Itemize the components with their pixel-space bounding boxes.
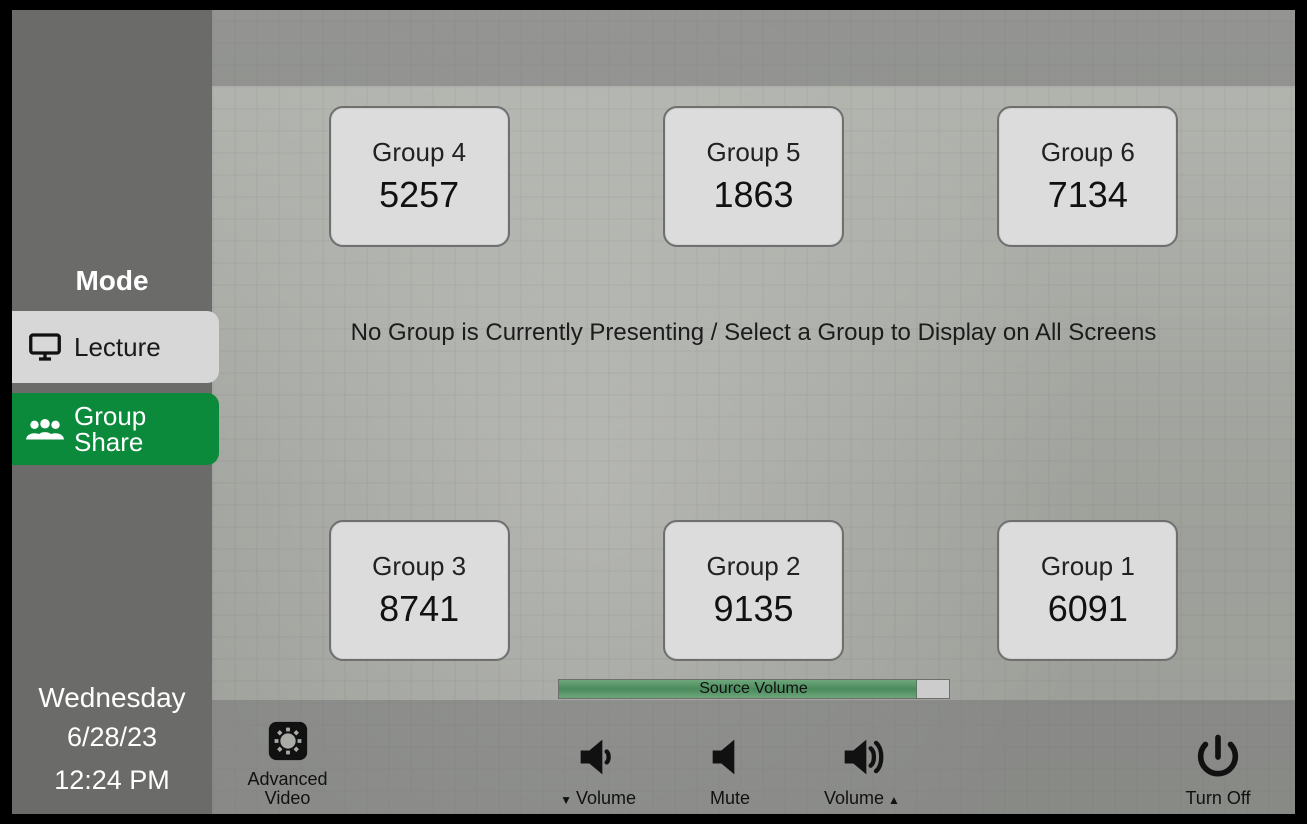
day-label: Wednesday xyxy=(12,682,212,714)
group-label: Group 1 xyxy=(1041,551,1135,582)
top-bar xyxy=(212,10,1295,86)
status-message: No Group is Currently Presenting / Selec… xyxy=(212,318,1295,348)
monitor-icon xyxy=(24,329,66,365)
mode-group-share-label-line2: Share xyxy=(74,429,146,455)
group-code: 7134 xyxy=(1048,174,1128,216)
group-code: 9135 xyxy=(713,588,793,630)
turn-off-label: Turn Off xyxy=(1185,789,1250,808)
time-label: 12:24 PM xyxy=(12,765,212,796)
power-icon xyxy=(1192,731,1244,783)
gear-icon xyxy=(265,718,311,764)
group-label: Group 2 xyxy=(707,551,801,582)
advanced-video-label: Advanced Video xyxy=(247,770,327,808)
group-tile-2[interactable]: Group 2 9135 xyxy=(663,520,844,661)
mute-label: Mute xyxy=(710,789,750,808)
source-volume-bar[interactable]: Source Volume xyxy=(558,679,950,699)
mode-lecture-button[interactable]: Lecture xyxy=(12,311,219,383)
turn-off-button[interactable]: Turn Off xyxy=(1173,731,1263,808)
people-icon xyxy=(24,413,66,445)
group-tile-4[interactable]: Group 4 5257 xyxy=(329,106,510,247)
mode-header: Mode xyxy=(12,265,212,297)
mute-icon xyxy=(704,731,756,783)
group-tile-3[interactable]: Group 3 8741 xyxy=(329,520,510,661)
volume-down-icon xyxy=(572,731,624,783)
group-row-top: Group 4 5257 Group 5 1863 Group 6 7134 xyxy=(212,106,1295,247)
group-tile-5[interactable]: Group 5 1863 xyxy=(663,106,844,247)
volume-down-button[interactable]: Volume xyxy=(560,731,636,808)
bottom-dock: Advanced Video Volume xyxy=(212,700,1295,814)
group-label: Group 6 xyxy=(1041,137,1135,168)
volume-up-button[interactable]: Volume xyxy=(824,731,900,808)
group-label: Group 4 xyxy=(372,137,466,168)
group-code: 5257 xyxy=(379,174,459,216)
group-tile-1[interactable]: Group 1 6091 xyxy=(997,520,1178,661)
group-code: 8741 xyxy=(379,588,459,630)
advanced-video-button[interactable]: Advanced Video xyxy=(240,718,335,808)
date-label: 6/28/23 xyxy=(12,722,212,753)
volume-down-label: Volume xyxy=(560,789,636,808)
mode-group-share-button[interactable]: Group Share xyxy=(12,393,219,465)
group-label: Group 3 xyxy=(372,551,466,582)
mute-button[interactable]: Mute xyxy=(704,731,756,808)
source-volume-fill xyxy=(559,680,918,698)
group-tile-6[interactable]: Group 6 7134 xyxy=(997,106,1178,247)
volume-up-label: Volume xyxy=(824,789,900,808)
mode-group-share-label-line1: Group xyxy=(74,403,146,429)
mode-lecture-label: Lecture xyxy=(74,332,161,363)
group-row-bottom: Group 3 8741 Group 2 9135 Group 1 6091 xyxy=(212,520,1295,661)
volume-up-icon xyxy=(836,731,888,783)
group-label: Group 5 xyxy=(707,137,801,168)
group-code: 6091 xyxy=(1048,588,1128,630)
datetime-block: Wednesday 6/28/23 12:24 PM xyxy=(12,682,212,814)
group-code: 1863 xyxy=(713,174,793,216)
sidebar: Mode Lecture xyxy=(12,10,212,814)
